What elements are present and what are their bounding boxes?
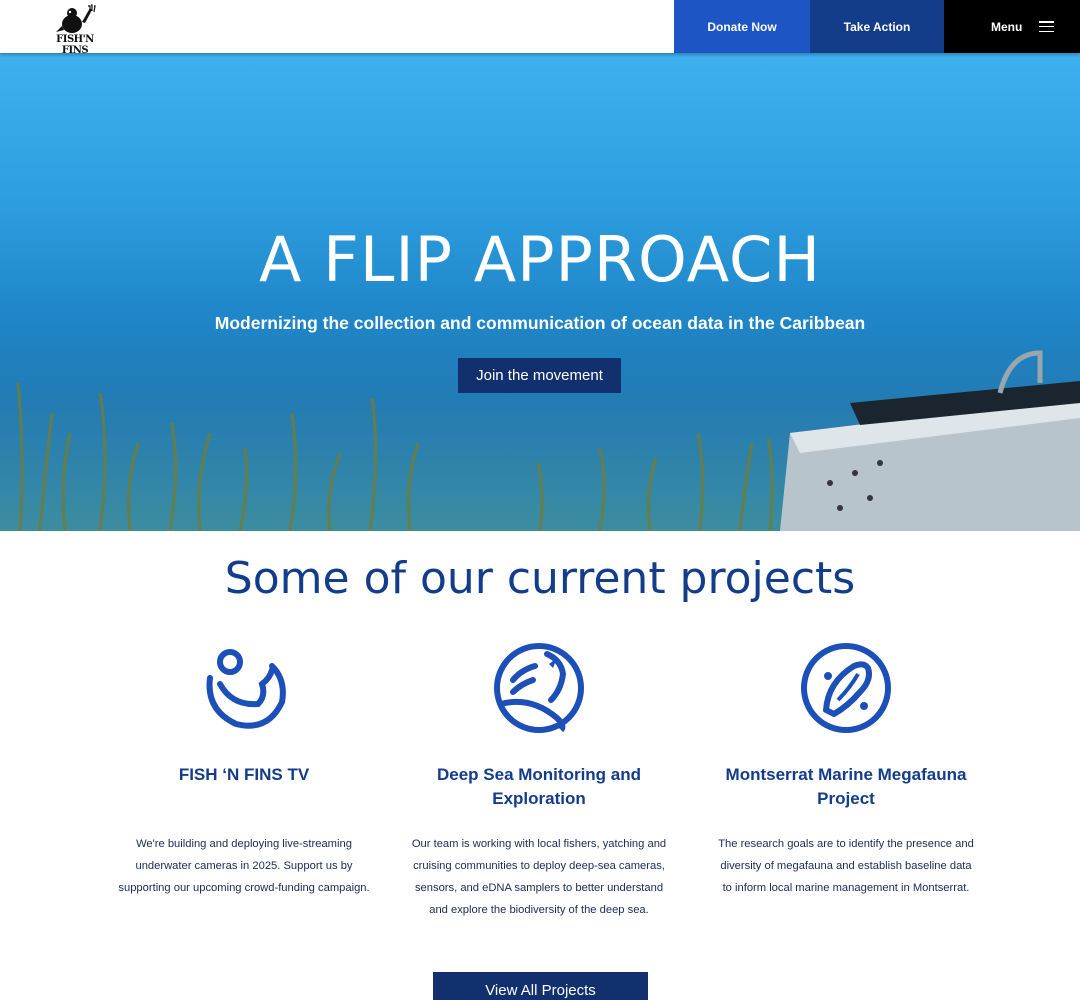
project-title: FISH ‘N FINS TV <box>178 765 310 784</box>
site-logo[interactable]: FISH'N FINS <box>52 4 98 56</box>
hero-section: A FLIP APPROACH Modernizing the collecti… <box>0 53 1080 531</box>
donate-now-button[interactable]: Donate Now <box>674 0 810 53</box>
take-action-button[interactable]: Take Action <box>810 0 944 53</box>
menu-button[interactable]: Menu <box>944 0 1080 53</box>
diver-wave-icon <box>206 649 286 729</box>
project-card-deep-sea[interactable]: Deep Sea Monitoring and Exploration Our … <box>399 640 679 916</box>
join-movement-button[interactable]: Join the movement <box>458 358 621 393</box>
menu-label: Menu <box>991 19 1023 34</box>
hero-title: A FLIP APPROACH <box>259 223 821 296</box>
project-description: The research goals are to identify the p… <box>718 838 974 894</box>
hero-subtitle: Modernizing the collection and communica… <box>214 313 866 333</box>
hamburger-icon <box>1039 21 1055 32</box>
project-title: Deep Sea Monitoring and Exploration <box>436 765 642 808</box>
view-all-projects-button[interactable]: View All Projects <box>433 972 648 1000</box>
projects-heading: Some of our current projects <box>224 553 856 604</box>
fish-logo-icon <box>56 4 96 33</box>
project-card-fish-n-fins-tv[interactable]: FISH ‘N FINS TV We're building and deplo… <box>104 640 384 894</box>
manta-ray-icon <box>801 643 891 733</box>
whale-icon <box>494 643 584 733</box>
project-card-megafauna[interactable]: Montserrat Marine Megafauna Project The … <box>706 640 986 894</box>
logo-text: FISH'N FINS <box>56 34 94 56</box>
site-header: FISH'N FINS Donate Now Take Action Menu <box>0 0 1080 56</box>
project-title: Montserrat Marine Megafauna Project <box>725 765 967 808</box>
project-description: We're building and deploying live-stream… <box>118 838 370 894</box>
project-description: Our team is working with local fishers, … <box>411 838 667 916</box>
